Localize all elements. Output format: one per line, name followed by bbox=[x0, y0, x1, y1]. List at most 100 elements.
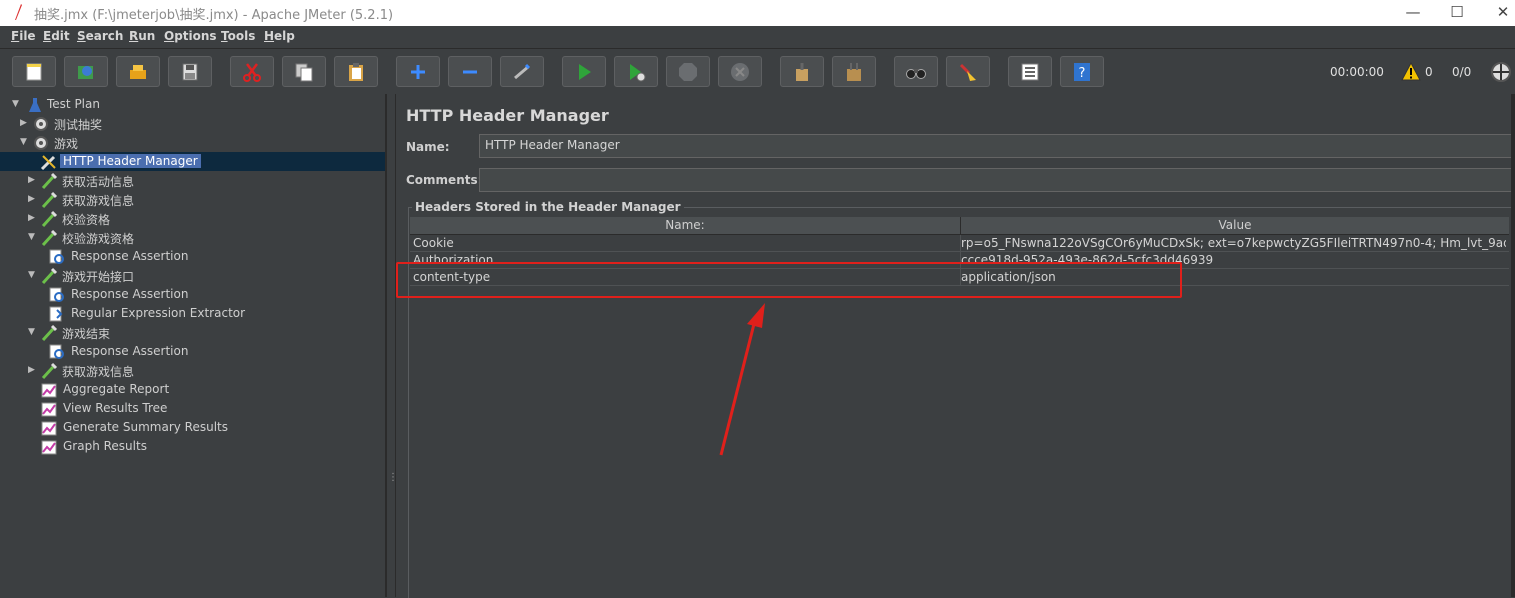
stop-icon bbox=[679, 62, 697, 81]
comments-field[interactable] bbox=[479, 168, 1515, 192]
collapsed-toggle-icon[interactable]: ▶ bbox=[20, 118, 30, 128]
column-header-name[interactable]: Name: bbox=[410, 218, 960, 232]
annotation-arrow-icon bbox=[719, 303, 765, 456]
menu-search[interactable]: Search bbox=[77, 29, 123, 43]
toolbar: ? 00:00:00 0 0/0 bbox=[0, 49, 1515, 94]
pipette-sampler-icon bbox=[41, 229, 58, 247]
tree-node-response-assertion[interactable]: Response Assertion bbox=[48, 286, 248, 304]
new-button[interactable] bbox=[12, 56, 56, 87]
expanded-toggle-icon[interactable]: ▼ bbox=[12, 99, 22, 109]
header-value-cell[interactable]: rp=o5_FNswna122oVSgCOr6yMuCDxSk; ext=o7k… bbox=[961, 236, 1506, 250]
magnifier-assertion-icon bbox=[49, 249, 64, 264]
tree-node-response-assertion[interactable]: Response Assertion bbox=[48, 343, 248, 361]
tree-node-listener[interactable]: Graph Results bbox=[40, 438, 240, 456]
paste-button[interactable] bbox=[334, 56, 378, 87]
pipette-sampler-icon bbox=[41, 172, 58, 190]
tree-node-thread-group-1[interactable]: ▶ 测试抽奖 bbox=[20, 115, 220, 133]
help-button[interactable]: ? bbox=[1060, 56, 1104, 87]
expand-all-button[interactable] bbox=[396, 56, 440, 87]
test-plan-tree: ▼ Test Plan ▶ 测试抽奖 ▼ 游戏 HTTP Header Mana… bbox=[0, 94, 386, 597]
tree-node-http-header-manager[interactable]: HTTP Header Manager bbox=[40, 153, 240, 171]
table-header: Name: Value bbox=[410, 217, 1509, 235]
tree-node-sampler[interactable]: ▼ 游戏结束 bbox=[28, 324, 228, 342]
table-row[interactable]: Cookie rp=o5_FNswna122oVSgCOr6yMuCDxSk; … bbox=[410, 235, 1509, 252]
menu-options[interactable]: Options bbox=[164, 29, 217, 43]
menu-file[interactable]: File bbox=[11, 29, 36, 43]
clear-all-button[interactable] bbox=[832, 56, 876, 87]
tree-node-sampler[interactable]: ▶ 获取活动信息 bbox=[28, 172, 228, 190]
collapsed-toggle-icon[interactable]: ▶ bbox=[28, 213, 38, 223]
plus-icon bbox=[411, 64, 425, 79]
start-no-pauses-button[interactable] bbox=[614, 56, 658, 87]
expanded-toggle-icon[interactable]: ▼ bbox=[28, 327, 38, 337]
pipette-sampler-icon bbox=[41, 362, 58, 380]
tree-node-thread-group-2[interactable]: ▼ 游戏 bbox=[20, 134, 220, 152]
collapsed-toggle-icon[interactable]: ▶ bbox=[28, 175, 38, 185]
tree-node-test-plan[interactable]: ▼ Test Plan bbox=[12, 96, 212, 114]
cut-button[interactable] bbox=[230, 56, 274, 87]
close-button[interactable]: ✕ bbox=[1480, 0, 1515, 26]
copy-button[interactable] bbox=[282, 56, 326, 87]
collapsed-toggle-icon[interactable]: ▶ bbox=[28, 194, 38, 204]
tree-node-sampler[interactable]: ▼ 游戏开始接口 bbox=[28, 267, 228, 285]
flask-icon bbox=[29, 98, 41, 112]
function-helper-button[interactable] bbox=[1008, 56, 1052, 87]
toggle-button[interactable] bbox=[500, 56, 544, 87]
templates-button[interactable] bbox=[64, 56, 108, 87]
active-threads: 0/0 bbox=[1452, 65, 1472, 79]
collapse-all-button[interactable] bbox=[448, 56, 492, 87]
panel-title: HTTP Header Manager bbox=[406, 106, 609, 125]
reset-search-button[interactable] bbox=[946, 56, 990, 87]
jmeter-feather-icon bbox=[15, 4, 22, 20]
new-file-icon bbox=[26, 63, 42, 80]
shutdown-icon bbox=[731, 62, 749, 81]
chart-listener-icon bbox=[41, 421, 57, 436]
right-edge-border bbox=[1511, 94, 1515, 597]
broom-clear-all-icon bbox=[847, 62, 861, 81]
tree-node-sampler[interactable]: ▶ 校验资格 bbox=[28, 210, 228, 228]
name-label: Name: bbox=[406, 140, 450, 154]
tree-node-sampler[interactable]: ▶ 获取游戏信息 bbox=[28, 191, 228, 209]
warning-count: 0 bbox=[1425, 65, 1433, 79]
chart-listener-icon bbox=[41, 383, 57, 398]
tree-node-response-assertion[interactable]: Response Assertion bbox=[48, 248, 248, 266]
tree-node-listener[interactable]: View Results Tree bbox=[40, 400, 240, 418]
save-button[interactable] bbox=[168, 56, 212, 87]
header-name-cell[interactable]: Cookie bbox=[413, 236, 953, 250]
wand-icon bbox=[514, 63, 531, 79]
warning-icon[interactable] bbox=[1401, 62, 1421, 82]
start-button[interactable] bbox=[562, 56, 606, 87]
collapsed-toggle-icon[interactable]: ▶ bbox=[28, 365, 38, 375]
minus-icon bbox=[463, 70, 477, 73]
menu-tools[interactable]: Tools bbox=[221, 29, 255, 43]
expanded-toggle-icon[interactable]: ▼ bbox=[28, 270, 38, 280]
broom-icon bbox=[959, 63, 976, 81]
remote-globe-icon[interactable] bbox=[1490, 61, 1512, 83]
tree-node-listener[interactable]: Generate Summary Results bbox=[40, 419, 260, 437]
expanded-toggle-icon[interactable]: ▼ bbox=[28, 232, 38, 242]
expanded-toggle-icon[interactable]: ▼ bbox=[20, 137, 30, 147]
magnifier-assertion-icon bbox=[49, 287, 64, 302]
shutdown-button[interactable] bbox=[718, 56, 762, 87]
split-pane-divider[interactable] bbox=[386, 94, 396, 597]
tree-node-regex-extractor[interactable]: Regular Expression Extractor bbox=[48, 305, 298, 323]
menu-edit[interactable]: Edit bbox=[43, 29, 70, 43]
menu-help[interactable]: Help bbox=[264, 29, 295, 43]
headers-group-title: Headers Stored in the Header Manager bbox=[412, 200, 684, 214]
scissors-icon bbox=[243, 62, 261, 82]
tree-node-sampler[interactable]: ▼ 校验游戏资格 bbox=[28, 229, 228, 247]
maximize-button[interactable]: ☐ bbox=[1434, 0, 1480, 26]
name-field[interactable]: HTTP Header Manager bbox=[479, 134, 1515, 158]
column-header-value[interactable]: Value bbox=[961, 218, 1509, 232]
minimize-button[interactable]: — bbox=[1390, 0, 1436, 26]
pipette-sampler-icon bbox=[41, 191, 58, 209]
tree-node-listener[interactable]: Aggregate Report bbox=[40, 381, 240, 399]
tree-node-sampler[interactable]: ▶ 获取游戏信息 bbox=[28, 362, 228, 380]
open-button[interactable] bbox=[116, 56, 160, 87]
search-button[interactable] bbox=[894, 56, 938, 87]
clear-button[interactable] bbox=[780, 56, 824, 87]
menu-run[interactable]: Run bbox=[129, 29, 155, 43]
chart-listener-icon bbox=[41, 440, 57, 455]
menu-bar: File Edit Search Run Options Tools Help bbox=[0, 26, 1515, 49]
stop-button[interactable] bbox=[666, 56, 710, 87]
